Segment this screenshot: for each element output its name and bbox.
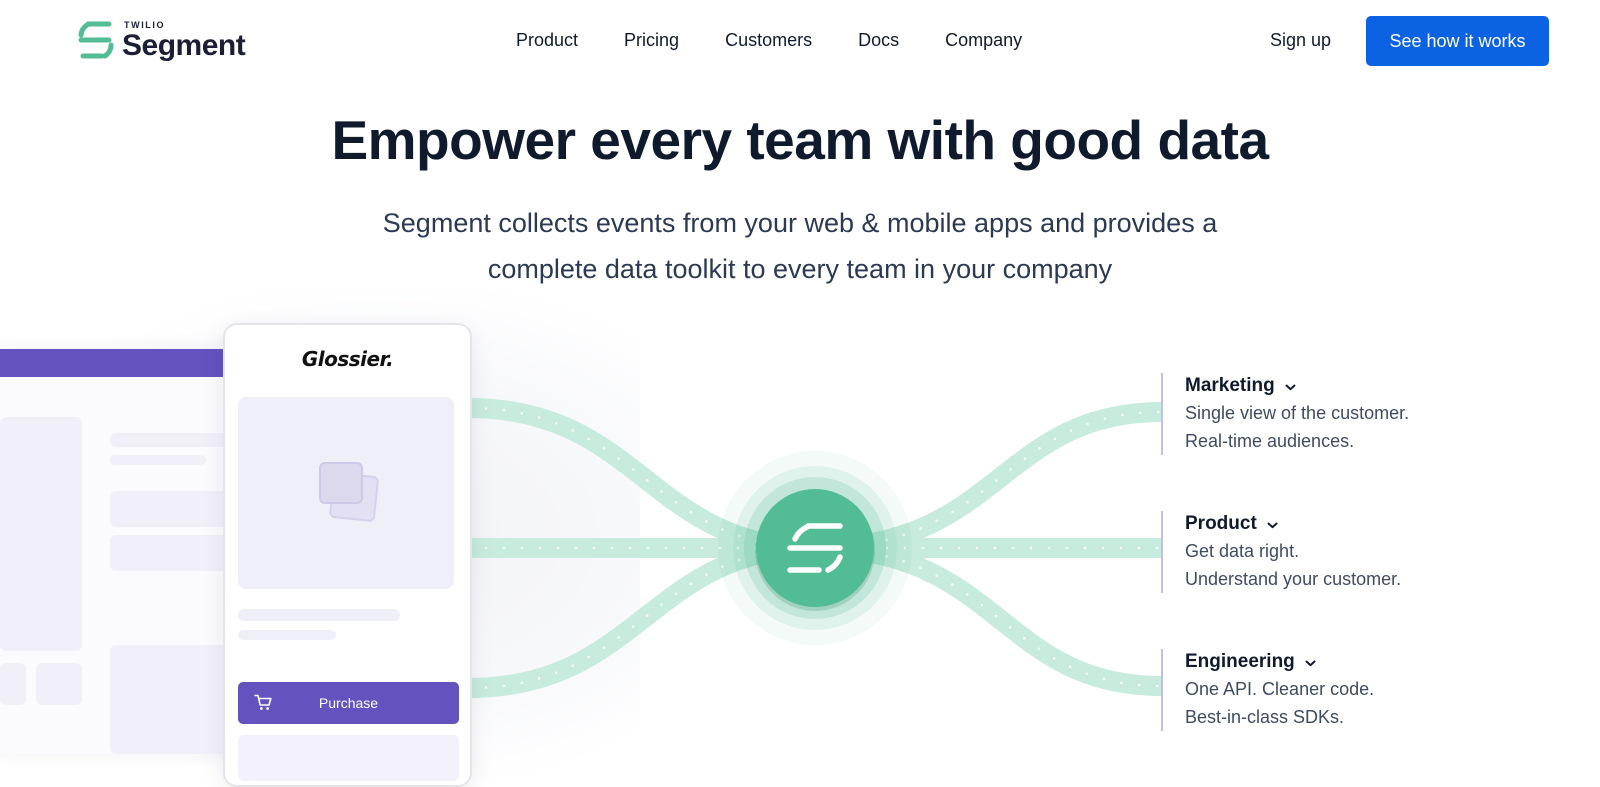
chevron-down-icon[interactable]: [1267, 522, 1278, 529]
product-image-placeholder: [238, 397, 454, 589]
feature-marketing: Marketing Single view of the customer. R…: [1161, 373, 1485, 455]
feature-product-line-1: Get data right.: [1185, 541, 1300, 561]
feature-product-toggle[interactable]: Product: [1185, 511, 1485, 537]
purchase-button[interactable]: Purchase: [238, 682, 459, 724]
feature-engineering-line-2: Best-in-class SDKs.: [1185, 707, 1345, 727]
feature-product-line-2: Understand your customer.: [1185, 569, 1402, 589]
segment-hub-icon: [718, 451, 912, 645]
phone-brand-logo: Glossier.: [301, 347, 394, 371]
chevron-down-icon[interactable]: [1285, 384, 1296, 391]
feature-engineering-toggle[interactable]: Engineering: [1185, 649, 1485, 675]
image-placeholder-icon: [319, 462, 379, 522]
feature-product-title[interactable]: Product: [1185, 513, 1257, 535]
feature-product: Product Get data right. Understand your …: [1161, 511, 1485, 593]
feature-engineering-title[interactable]: Engineering: [1185, 651, 1295, 673]
feature-engineering: Engineering One API. Cleaner code. Best-…: [1161, 649, 1485, 731]
feature-marketing-title[interactable]: Marketing: [1185, 375, 1275, 397]
phone-mockup: Glossier. Purchase: [223, 323, 472, 787]
feature-marketing-line-2: Real-time audiences.: [1185, 431, 1355, 451]
product-details-skeleton: [238, 735, 459, 781]
chevron-down-icon[interactable]: [1305, 660, 1316, 667]
product-title-skeleton: [238, 609, 400, 621]
product-price-skeleton: [238, 630, 336, 640]
feature-marketing-line-1: Single view of the customer.: [1185, 403, 1410, 423]
feature-engineering-line-1: One API. Cleaner code.: [1185, 679, 1375, 699]
purchase-label: Purchase: [318, 695, 379, 711]
feature-marketing-toggle[interactable]: Marketing: [1185, 373, 1485, 399]
